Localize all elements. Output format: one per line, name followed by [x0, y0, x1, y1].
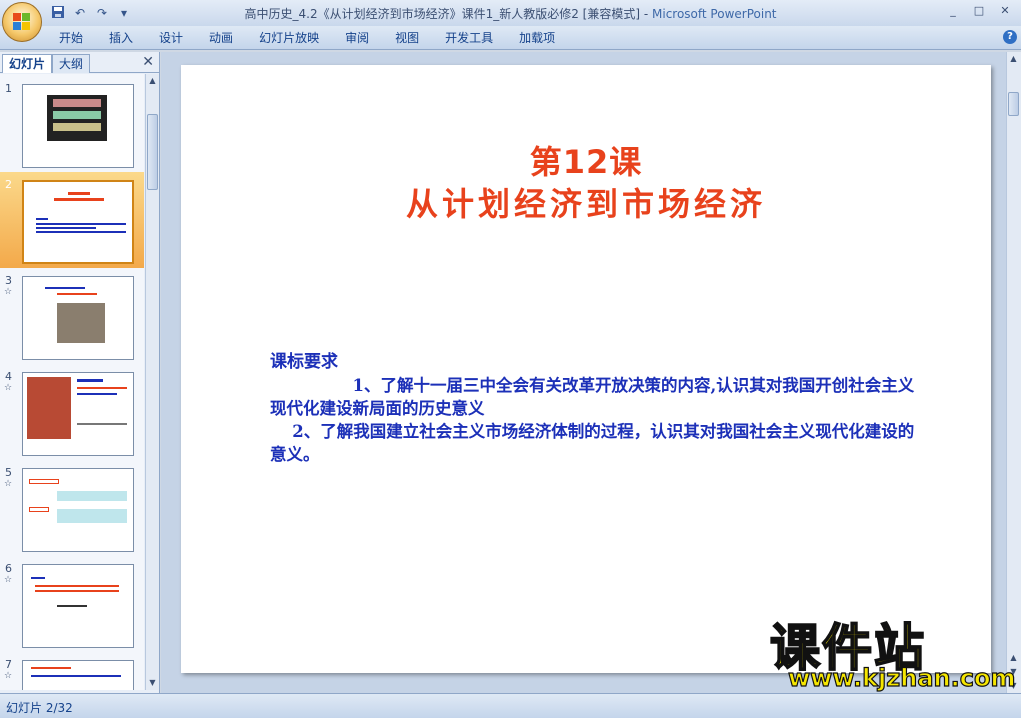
slide-thumbnail-1[interactable]: 1 [0, 76, 144, 172]
slide-editor: 第12课 从计划经济到市场经济 课标要求 1、了解十一届三中全会有关改革开放决策… [161, 52, 1006, 693]
tab-insert[interactable]: 插入 [96, 30, 146, 46]
slide-thumbnail-2[interactable]: 2 [0, 172, 144, 268]
editor-scrollbar[interactable]: ▲ ▲ ▼ ▼ [1006, 52, 1021, 693]
slide-number: 4 [5, 370, 12, 383]
window-controls: _ □ ✕ [941, 3, 1017, 19]
thumbnail-image [22, 180, 134, 264]
requirement-item-1: 1、了解十一届三中全会有关改革开放决策的内容,认识其对我国开创社会主义现代化建设… [270, 376, 915, 418]
animation-star-icon: ☆ [4, 383, 13, 393]
slide-thumbnail-4[interactable]: 4 ☆ [0, 364, 144, 460]
slide-counter: 幻灯片 2/32 [6, 701, 73, 715]
slide-thumbnail-7[interactable]: 7 ☆ [0, 652, 144, 690]
close-icon[interactable]: ✕ [142, 54, 154, 70]
tab-slides[interactable]: 幻灯片 [2, 54, 53, 73]
requirements-body[interactable]: 1、了解十一届三中全会有关改革开放决策的内容,认识其对我国开创社会主义现代化建设… [270, 374, 930, 466]
slides-panel: 幻灯片 大纲 ✕ 1 2 3 ☆ 4 ☆ 5 ☆ 6 ☆ 7 ☆ ▲ ▼ [0, 52, 160, 693]
status-bar: 幻灯片 2/32 [0, 693, 1021, 718]
animation-star-icon: ☆ [4, 575, 13, 585]
minimize-button[interactable]: _ [941, 3, 965, 19]
scrollbar-thumb[interactable] [1008, 92, 1019, 116]
slide-number: 2 [5, 178, 12, 191]
slide-number: 1 [5, 82, 12, 95]
app-name: Microsoft PowerPoint [652, 7, 777, 21]
title-bar: ↶ ↷ ▾ 高中历史_4.2《从计划经济到市场经济》课件1_新人教版必修2 [兼… [0, 0, 1021, 26]
editor-scroll-track[interactable]: ▲ ▲ ▼ ▼ [1007, 52, 1021, 693]
requirements-heading[interactable]: 课标要求 [270, 347, 338, 372]
slide-number: 3 [5, 274, 12, 287]
tab-slideshow[interactable]: 幻灯片放映 [246, 30, 332, 46]
document-title: 高中历史_4.2《从计划经济到市场经济》课件1_新人教版必修2 [兼容模式] - [244, 7, 652, 21]
slide-thumbnail-5[interactable]: 5 ☆ [0, 460, 144, 556]
thumbnail-image [22, 84, 134, 168]
thumbnail-image [22, 372, 134, 456]
slide-title-line1[interactable]: 第12课 [181, 137, 991, 183]
ribbon-tabs: 开始 插入 设计 动画 幻灯片放映 审阅 视图 开发工具 加载项 ? [0, 26, 1021, 50]
animation-star-icon: ☆ [4, 479, 13, 489]
requirement-item-2: 2、了解我国建立社会主义市场经济体制的过程，认识其对我国社会主义现代化建设的意义… [270, 422, 915, 464]
tab-developer[interactable]: 开发工具 [432, 30, 506, 46]
tab-view[interactable]: 视图 [382, 30, 432, 46]
thumbnail-image [22, 276, 134, 360]
tab-animations[interactable]: 动画 [196, 30, 246, 46]
tab-home[interactable]: 开始 [46, 30, 96, 46]
thumbnail-image [22, 468, 134, 552]
slide-number: 5 [5, 466, 12, 479]
watermark-url: www.kjzhan.com [787, 663, 1016, 692]
close-button[interactable]: ✕ [993, 3, 1017, 19]
thumbnail-image [22, 660, 134, 690]
previous-slide-icon[interactable]: ▲ [1007, 651, 1020, 665]
animation-star-icon: ☆ [4, 287, 13, 297]
maximize-button[interactable]: □ [967, 3, 991, 19]
office-button[interactable] [2, 2, 42, 42]
panel-tabs: 幻灯片 大纲 ✕ [0, 52, 160, 73]
scroll-down-icon[interactable]: ▼ [146, 676, 159, 690]
scroll-up-icon[interactable]: ▲ [146, 74, 159, 88]
thumbnail-scrollbar[interactable]: ▲ ▼ [145, 74, 159, 690]
slide-thumbnail-6[interactable]: 6 ☆ [0, 556, 144, 652]
current-slide[interactable]: 第12课 从计划经济到市场经济 课标要求 1、了解十一届三中全会有关改革开放决策… [181, 65, 991, 673]
office-logo-icon [13, 13, 31, 31]
scroll-up-icon[interactable]: ▲ [1007, 52, 1020, 66]
slide-number: 7 [5, 658, 12, 671]
animation-star-icon: ☆ [4, 671, 13, 681]
ribbon-tab-list: 开始 插入 设计 动画 幻灯片放映 审阅 视图 开发工具 加载项 [46, 30, 568, 46]
tab-review[interactable]: 审阅 [332, 30, 382, 46]
scrollbar-thumb[interactable] [147, 114, 158, 190]
thumbnail-list: 1 2 3 ☆ 4 ☆ 5 ☆ 6 ☆ 7 ☆ [0, 74, 144, 690]
tab-addins[interactable]: 加载项 [506, 30, 568, 46]
help-icon[interactable]: ? [1003, 30, 1017, 44]
tab-design[interactable]: 设计 [146, 30, 196, 46]
window-title: 高中历史_4.2《从计划经济到市场经济》课件1_新人教版必修2 [兼容模式] -… [0, 5, 1021, 22]
slide-title-line2[interactable]: 从计划经济到市场经济 [181, 179, 991, 225]
slide-number: 6 [5, 562, 12, 575]
thumbnail-image [22, 564, 134, 648]
tab-outline[interactable]: 大纲 [52, 54, 91, 73]
slide-thumbnail-3[interactable]: 3 ☆ [0, 268, 144, 364]
